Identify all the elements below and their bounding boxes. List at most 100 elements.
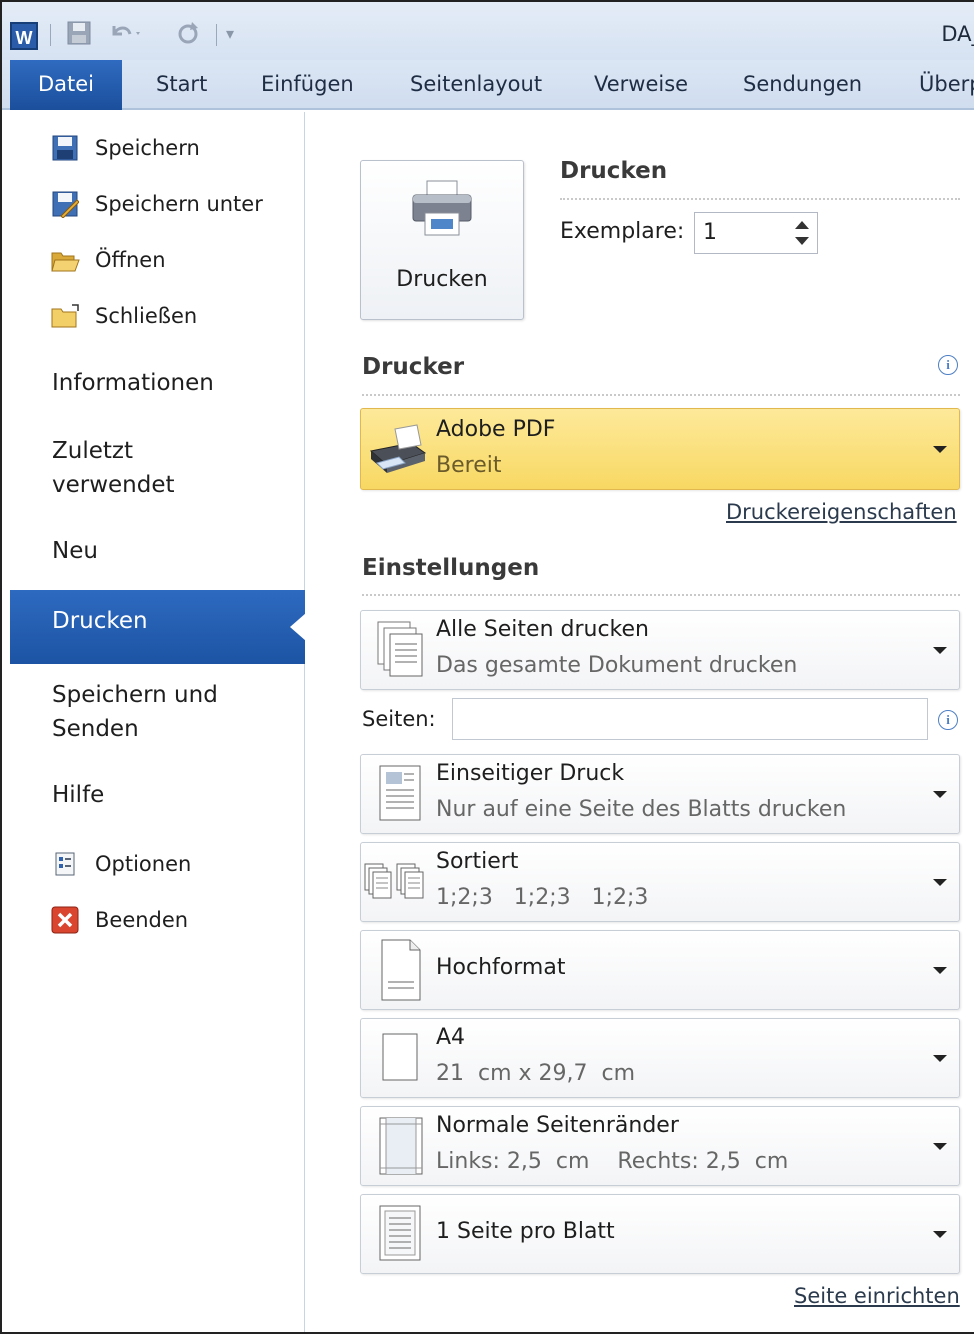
options-icon (50, 849, 80, 879)
nav-schliessen[interactable]: Schließen (50, 296, 197, 336)
document-title: DA_ (941, 22, 974, 46)
tab-datei[interactable]: Datei (10, 60, 122, 110)
backstage-nav: Speichern Speichern unter Öffnen Schließ… (2, 112, 305, 1332)
spin-down-icon[interactable] (795, 237, 809, 245)
save-as-icon (50, 189, 80, 219)
chevron-down-icon (933, 791, 947, 798)
margins-title: Normale Seitenränder (436, 1113, 679, 1138)
orientation-dropdown[interactable]: Hochformat (360, 930, 960, 1010)
print-button[interactable]: Drucken (360, 160, 524, 320)
paper-size-subtitle: 21 cm x 29,7 cm (436, 1061, 636, 1086)
collation-title: Sortiert (436, 849, 519, 874)
tab-start[interactable]: Start (156, 60, 207, 110)
tab-verweise[interactable]: Verweise (594, 60, 688, 110)
nav-optionen-label: Optionen (95, 852, 192, 876)
nav-speichern-unter-label: Speichern unter (95, 192, 263, 216)
chevron-down-icon (933, 879, 947, 886)
printer-info-icon[interactable]: i (938, 355, 958, 375)
collated-pages-icon (363, 850, 431, 914)
printer-icon (365, 417, 431, 481)
tab-einfuegen[interactable]: Einfügen (261, 60, 354, 110)
copies-label: Exemplare: (560, 219, 685, 244)
nav-drucken[interactable]: Drucken (10, 590, 306, 664)
nav-speichern[interactable]: Speichern (50, 128, 200, 168)
chevron-down-icon (933, 1055, 947, 1062)
nav-beenden-label: Beenden (95, 908, 189, 932)
page-setup-link[interactable]: Seite einrichten (794, 1284, 960, 1308)
open-folder-icon (50, 245, 80, 275)
nav-speichern-unter[interactable]: Speichern unter (50, 184, 263, 224)
page-margins-icon (373, 1114, 429, 1178)
nav-oeffnen[interactable]: Öffnen (50, 240, 166, 280)
pages-per-sheet-dropdown[interactable]: 1 Seite pro Blatt (360, 1194, 960, 1274)
printer-name: Adobe PDF (436, 417, 556, 442)
toolbar-separator (50, 24, 51, 46)
tab-sendungen[interactable]: Sendungen (743, 60, 862, 110)
toolbar-separator (216, 24, 217, 46)
customize-toolbar-icon[interactable]: ▾ (226, 20, 234, 48)
save-icon (50, 133, 80, 163)
undo-icon[interactable] (108, 20, 142, 48)
pages-info-icon[interactable]: i (938, 710, 958, 730)
print-heading: Drucken (560, 158, 668, 184)
nav-speichern-label: Speichern (95, 136, 200, 160)
paper-size-title: A4 (436, 1025, 466, 1050)
nav-speichern-und-senden[interactable]: Speichern und Senden (52, 678, 252, 746)
settings-heading: Einstellungen (362, 555, 540, 581)
pages-per-sheet-title: 1 Seite pro Blatt (436, 1219, 615, 1244)
chevron-down-icon (933, 1231, 947, 1238)
nav-drucken-label: Drucken (52, 608, 148, 634)
pages-input[interactable] (452, 698, 928, 740)
multiple-pages-icon (373, 618, 429, 682)
chevron-down-icon (933, 647, 947, 654)
ribbon-tabs: Datei Start Einfügen Seitenlayout Verwei… (2, 60, 974, 110)
exit-icon (50, 905, 80, 935)
copies-value: 1 (703, 220, 717, 245)
word-logo-icon[interactable]: W (10, 22, 38, 50)
tab-ueberpruefen[interactable]: Überp (919, 60, 974, 110)
nav-neu[interactable]: Neu (52, 534, 98, 568)
spin-up-icon[interactable] (795, 221, 809, 229)
duplex-title: Einseitiger Druck (436, 761, 625, 786)
divider (362, 594, 960, 596)
paper-size-icon (373, 1026, 429, 1090)
divider (362, 394, 960, 396)
print-range-subtitle: Das gesamte Dokument drucken (436, 653, 798, 678)
collation-subtitle: 1;2;3 1;2;3 1;2;3 (436, 885, 649, 910)
chevron-down-icon (933, 967, 947, 974)
printer-status: Bereit (436, 453, 502, 478)
close-folder-icon (50, 301, 80, 331)
nav-schliessen-label: Schließen (95, 304, 198, 328)
print-panel: Drucken Drucken Exemplare: 1 Drucker i A… (306, 112, 974, 1332)
portrait-page-icon (373, 938, 429, 1002)
save-icon[interactable] (66, 20, 92, 48)
margins-subtitle: Links: 2,5 cm Rechts: 2,5 cm (436, 1149, 789, 1174)
word-backstage-window: W ▾ DA_ Datei Start Einfügen Seitenlayou… (0, 0, 974, 1334)
print-button-label: Drucken (396, 267, 488, 292)
nav-informationen[interactable]: Informationen (52, 366, 214, 400)
page-per-sheet-icon (373, 1202, 429, 1266)
print-range-dropdown[interactable]: Alle Seiten drucken Das gesamte Dokument… (360, 610, 960, 690)
redo-icon[interactable] (174, 20, 202, 48)
paper-size-dropdown[interactable]: A4 21 cm x 29,7 cm (360, 1018, 960, 1098)
duplex-dropdown[interactable]: Einseitiger Druck Nur auf eine Seite des… (360, 754, 960, 834)
printer-properties-link[interactable]: Druckereigenschaften (726, 500, 957, 524)
nav-zuletzt-verwendet[interactable]: Zuletzt verwendet (52, 434, 222, 502)
divider (560, 198, 960, 200)
printer-icon (409, 179, 475, 243)
margins-dropdown[interactable]: Normale Seitenränder Links: 2,5 cm Recht… (360, 1106, 960, 1186)
printer-heading: Drucker (362, 354, 465, 380)
nav-optionen[interactable]: Optionen (50, 844, 191, 884)
tab-seitenlayout[interactable]: Seitenlayout (410, 60, 542, 110)
pages-label: Seiten: (362, 707, 436, 731)
nav-beenden[interactable]: Beenden (50, 900, 188, 940)
printer-dropdown[interactable]: Adobe PDF Bereit (360, 408, 960, 490)
one-sided-page-icon (373, 762, 429, 826)
nav-hilfe[interactable]: Hilfe (52, 778, 104, 812)
copies-input[interactable]: 1 (694, 212, 818, 254)
collation-dropdown[interactable]: Sortiert 1;2;3 1;2;3 1;2;3 (360, 842, 960, 922)
orientation-title: Hochformat (436, 955, 566, 980)
nav-oeffnen-label: Öffnen (95, 248, 166, 272)
print-range-title: Alle Seiten drucken (436, 617, 649, 642)
duplex-subtitle: Nur auf eine Seite des Blatts drucken (436, 797, 847, 822)
